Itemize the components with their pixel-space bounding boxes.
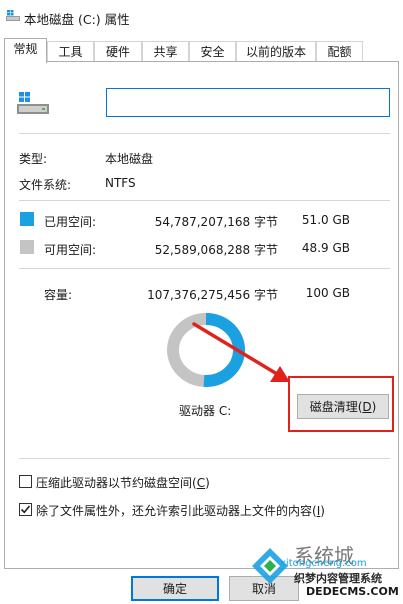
disk-cleanup-label-post: ) xyxy=(371,399,377,414)
watermark-domain: DEDECMS.COM xyxy=(306,585,399,598)
used-space-label: 已用空间: xyxy=(44,215,97,229)
used-space-swatch xyxy=(20,212,34,226)
compress-checkbox[interactable] xyxy=(19,475,32,488)
type-label: 类型: xyxy=(19,152,48,166)
tab-hardware[interactable]: 硬件 xyxy=(94,41,142,62)
tab-security[interactable]: 安全 xyxy=(189,41,236,62)
tab-general[interactable]: 常规 xyxy=(4,38,47,63)
separator xyxy=(19,133,390,134)
drive-icon-large xyxy=(17,92,49,114)
window-title: 本地磁盘 (C:) 属性 xyxy=(24,12,130,27)
watermark: 系统城 xitongcheng.com 织梦内容管理系统 DEDECMS.COM xyxy=(250,542,400,602)
free-space-label: 可用空间: xyxy=(44,243,97,257)
tab-bar: 常规 工具 硬件 共享 安全 以前的版本 配额 xyxy=(4,38,399,63)
checkmark-icon xyxy=(20,505,31,514)
used-space-bytes: 54,787,207,168 字节 xyxy=(154,215,278,229)
used-space-gb: 51.0 GB xyxy=(301,213,350,227)
tab-quota[interactable]: 配额 xyxy=(316,41,363,62)
tab-tools[interactable]: 工具 xyxy=(47,41,94,62)
drive-letter-label: 驱动器 C: xyxy=(179,404,232,418)
free-space-swatch xyxy=(20,240,34,254)
free-space-bytes: 52,589,068,288 字节 xyxy=(154,243,278,257)
type-value: 本地磁盘 xyxy=(105,152,154,166)
free-space-gb: 48.9 GB xyxy=(301,241,350,255)
tab-previous-versions[interactable]: 以前的版本 xyxy=(236,41,316,62)
ok-button[interactable]: 确定 xyxy=(131,576,219,601)
separator xyxy=(19,268,390,269)
tab-sharing[interactable]: 共享 xyxy=(142,41,189,62)
drive-name-input[interactable] xyxy=(106,88,390,117)
capacity-bytes: 107,376,275,456 字节 xyxy=(147,288,278,302)
index-checkbox[interactable] xyxy=(19,503,32,516)
filesystem-value: NTFS xyxy=(105,176,136,190)
capacity-label: 容量: xyxy=(44,288,73,302)
index-label: 除了文件属性外，还允许索引此驱动器上文件的内容(I) xyxy=(36,504,325,518)
drive-icon xyxy=(6,10,20,21)
disk-cleanup-button[interactable]: 磁盘清理(D) xyxy=(297,394,389,419)
disk-cleanup-label-pre: 磁盘清理( xyxy=(309,400,363,414)
compress-label: 压缩此驱动器以节约磁盘空间(C) xyxy=(36,476,210,490)
capacity-gb: 100 GB xyxy=(305,286,350,300)
watermark-caption: 织梦内容管理系统 xyxy=(294,572,382,585)
filesystem-label: 文件系统: xyxy=(19,178,72,192)
disk-cleanup-accesskey: D xyxy=(362,399,372,414)
separator xyxy=(19,200,390,201)
title-bar: 本地磁盘 (C:) 属性 xyxy=(0,0,403,36)
watermark-site: xitongcheng.com xyxy=(280,558,367,569)
separator xyxy=(19,458,390,459)
annotation-arrow xyxy=(192,322,290,382)
